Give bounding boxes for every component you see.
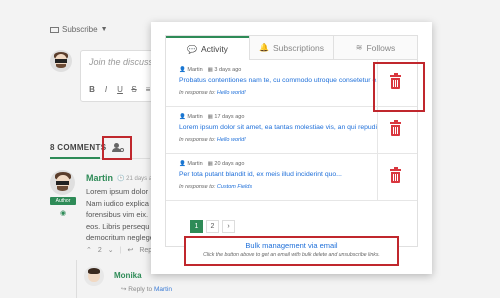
comments-icon: 💬	[187, 44, 198, 54]
activity-meta: 👤 Martin ▦ 20 days ago	[179, 161, 377, 167]
activity-user: Martin	[187, 67, 203, 73]
response-label: In response to:	[179, 184, 216, 190]
reply-author-name[interactable]: Monika	[114, 271, 142, 280]
activity-comment-link[interactable]: Per tota putant blandit id, ex meis illu…	[179, 171, 377, 178]
downvote-icon[interactable]: ⌄	[108, 246, 114, 254]
tab-label: Subscriptions	[272, 42, 324, 53]
vote-count: 2	[97, 246, 102, 254]
activity-response: In response to: Hello world!	[179, 90, 377, 96]
comment-author-avatar	[50, 170, 75, 195]
comment-editor-placeholder: Join the discussi	[89, 57, 156, 67]
user-icon: 👤	[179, 114, 186, 120]
reply-to-info: ↪ Reply to Martin	[121, 285, 172, 293]
activity-user: Martin	[187, 114, 203, 120]
activity-comment-link[interactable]: Probatus contentiones nam te, cu commodo…	[179, 77, 377, 84]
reply-to-label: Reply to	[128, 286, 153, 293]
comment-line: democritum neglege	[86, 233, 152, 242]
pagination: 1 2 ›	[190, 220, 235, 233]
bell-icon: 🔔	[259, 43, 269, 52]
thread-line	[76, 260, 77, 298]
reply-to-link[interactable]: Martin	[154, 286, 172, 293]
activity-row: 👤 Martin ▦ 20 days ago Per tota putant b…	[166, 154, 417, 201]
comments-count: 8 COMMENTS	[50, 143, 107, 152]
user-activity-popup: 💬 Activity 🔔 Subscriptions ≋ Follows 👤 M…	[151, 22, 432, 274]
strikethrough-button[interactable]: S	[129, 85, 139, 94]
upvote-icon[interactable]: ⌃	[86, 246, 92, 254]
comment-actions: ⌃ 2 ⌄ | ↩ Reply	[86, 246, 157, 255]
calendar-icon: ▦	[207, 161, 213, 167]
chevron-down-icon: ▼	[100, 26, 108, 33]
trash-highlight-box	[373, 62, 425, 112]
activity-meta: 👤 Martin ▦ 3 days ago	[179, 67, 377, 73]
tab-follows[interactable]: ≋ Follows	[333, 36, 417, 59]
subscribe-dropdown[interactable]: Subscribe ▼	[50, 25, 108, 34]
italic-button[interactable]: I	[101, 85, 111, 94]
author-badge: Author	[50, 197, 76, 205]
activity-content: 👤 Martin ▦ 3 days ago Probatus contentio…	[166, 60, 378, 107]
rss-icon[interactable]: ◉	[60, 209, 66, 217]
user-settings-button[interactable]	[102, 136, 132, 160]
bulk-management-title: Bulk management via email	[245, 241, 338, 250]
bold-button[interactable]: B	[87, 85, 97, 94]
comment-line: Nam iudico explica	[86, 198, 149, 208]
reply-icon: ↪	[121, 286, 127, 293]
underline-button[interactable]: U	[115, 85, 125, 94]
subscribe-label: Subscribe	[62, 25, 98, 34]
reply-author-avatar	[84, 266, 104, 286]
response-post-link[interactable]: Hello world!	[217, 137, 246, 143]
trash-icon[interactable]	[390, 167, 401, 183]
comment-author-name[interactable]: Martin	[86, 173, 113, 183]
editor-toolbar: B I U S ≡	[87, 85, 153, 94]
reply-icon[interactable]: ↩	[127, 246, 133, 254]
comment-time: 🕒 21 days ag	[117, 176, 156, 182]
page-1-button[interactable]: 1	[190, 220, 203, 233]
calendar-icon: ▦	[207, 114, 213, 120]
calendar-icon: ▦	[207, 67, 213, 73]
separator: |	[119, 246, 122, 254]
rss-icon: ≋	[355, 43, 363, 52]
activity-meta: 👤 Martin ▦ 17 days ago	[179, 114, 377, 120]
envelope-icon	[50, 26, 59, 33]
response-label: In response to:	[179, 137, 216, 143]
activity-content: 👤 Martin ▦ 17 days ago Lorem ipsum dolor…	[166, 107, 378, 154]
current-user-avatar	[50, 50, 72, 72]
bulk-management-subtitle: Click the button above to get an email w…	[203, 252, 380, 258]
popup-tabs: 💬 Activity 🔔 Subscriptions ≋ Follows	[166, 36, 417, 60]
comment-line: forensibus vim eix.	[86, 210, 149, 219]
tab-label: Activity	[201, 44, 228, 54]
activity-row: 👤 Martin ▦ 17 days ago Lorem ipsum dolor…	[166, 107, 417, 154]
tab-label: Follows	[366, 42, 396, 53]
comment-line: eos. Libris persequ	[86, 221, 150, 231]
tab-activity[interactable]: 💬 Activity	[166, 36, 249, 60]
activity-comment-link[interactable]: Lorem ipsum dolor sit amet, ea tantas mo…	[179, 124, 377, 131]
tab-subscriptions[interactable]: 🔔 Subscriptions	[249, 36, 333, 59]
page-2-button[interactable]: 2	[206, 220, 219, 233]
activity-content: 👤 Martin ▦ 20 days ago Per tota putant b…	[166, 154, 378, 201]
response-label: In response to:	[179, 90, 216, 96]
response-post-link[interactable]: Hello world!	[217, 90, 246, 96]
activity-date: 17 days ago	[214, 114, 245, 120]
comment-text: Lorem ipsum dolor Nam iudico explica for…	[86, 186, 152, 244]
activity-user: Martin	[187, 161, 203, 167]
comment-line: Lorem ipsum dolor	[86, 187, 149, 196]
comments-count-underline	[50, 157, 100, 159]
trash-icon[interactable]	[390, 120, 401, 136]
bulk-management-button[interactable]: Bulk management via email Click the butt…	[184, 236, 399, 266]
activity-date: 20 days ago	[214, 161, 245, 167]
user-icon: 👤	[179, 161, 186, 167]
user-icon: 👤	[179, 67, 186, 73]
activity-date: 3 days ago	[214, 67, 242, 73]
activity-response: In response to: Hello world!	[179, 137, 377, 143]
next-page-button[interactable]: ›	[222, 220, 235, 233]
user-cog-icon	[112, 143, 124, 153]
activity-response: In response to: Custom Fields	[179, 184, 377, 190]
response-post-link[interactable]: Custom Fields	[217, 184, 252, 190]
